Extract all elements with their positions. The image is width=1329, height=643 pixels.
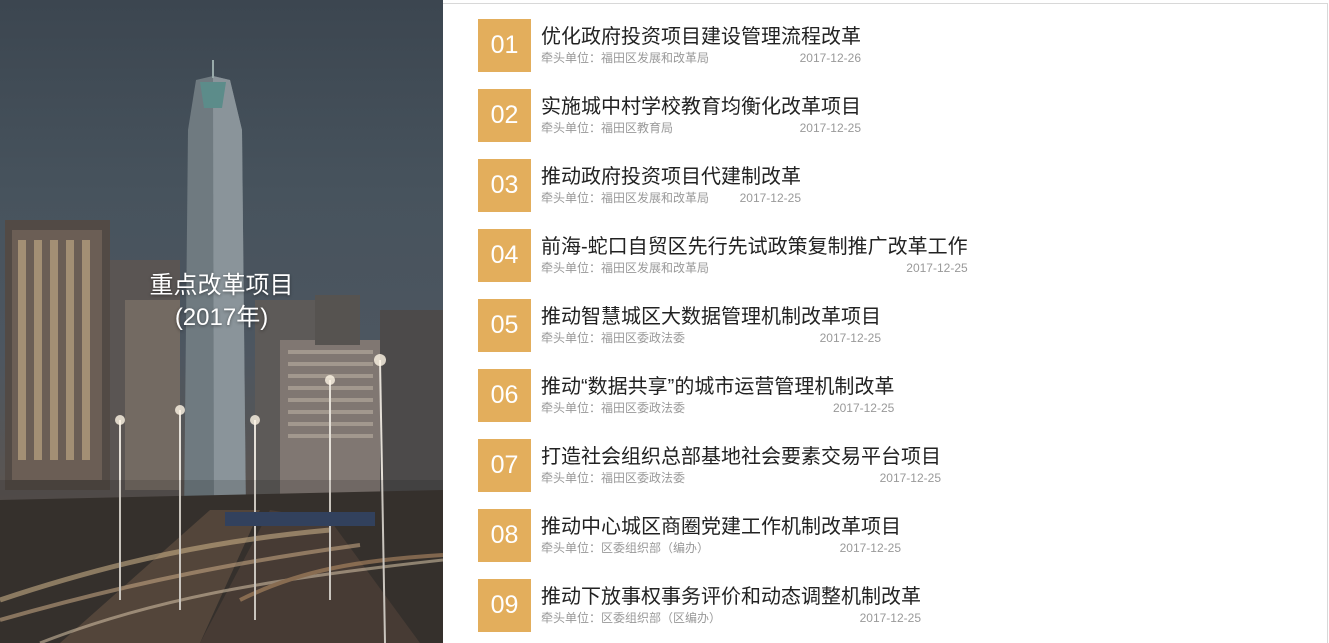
item-date: 2017-12-25 — [832, 401, 895, 415]
list-item[interactable]: 01 优化政府投资项目建设管理流程改革 牵头单位：福田区发展和改革局 2017-1… — [478, 19, 861, 72]
banner-title-line1: 重点改革项目 — [149, 272, 294, 299]
item-date: 2017-12-25 — [859, 611, 921, 625]
list-item[interactable]: 09 推动下放事权事务评价和动态调整机制改革 牵头单位：区委组织部（区编办） 20… — [478, 579, 921, 632]
item-title-link[interactable]: 推动中心城区商圈党建工作机制改革项目 — [541, 515, 901, 539]
item-number-badge: 04 — [478, 229, 531, 282]
item-number-badge: 07 — [478, 439, 531, 492]
item-title-link[interactable]: 打造社会组织总部基地社会要素交易平台项目 — [541, 445, 941, 469]
item-title-link[interactable]: 前海-蛇口自贸区先行先试政策复制推广改革工作 — [541, 235, 968, 259]
item-title-link[interactable]: 优化政府投资项目建设管理流程改革 — [541, 25, 861, 49]
item-date: 2017-12-25 — [839, 541, 901, 555]
list-item[interactable]: 02 实施城中村学校教育均衡化改革项目 牵头单位：福田区教育局 2017-12-2… — [478, 89, 861, 142]
banner-title-line2: (2017年) — [174, 304, 269, 331]
item-number-badge: 02 — [478, 89, 531, 142]
item-date: 2017-12-25 — [739, 191, 801, 205]
item-date: 2017-12-25 — [906, 261, 968, 275]
item-number-badge: 05 — [478, 299, 531, 352]
list-item[interactable]: 07 打造社会组织总部基地社会要素交易平台项目 牵头单位：福田区委政法委 2017… — [478, 439, 941, 492]
item-date: 2017-12-25 — [819, 331, 881, 345]
banner-title: 重点改革项目 (2017年) — [0, 270, 443, 334]
list-item[interactable]: 08 推动中心城区商圈党建工作机制改革项目 牵头单位：区委组织部（编办） 2017… — [478, 509, 901, 562]
item-department: 牵头单位：福田区教育局 — [541, 121, 674, 135]
item-title-link[interactable]: 推动“数据共享”的城市运营管理机制改革 — [541, 375, 894, 399]
item-title-link[interactable]: 实施城中村学校教育均衡化改革项目 — [541, 95, 861, 119]
banner-panel: 重点改革项目 (2017年) — [0, 0, 443, 643]
item-date: 2017-12-25 — [879, 471, 941, 485]
item-title-link[interactable]: 推动下放事权事务评价和动态调整机制改革 — [541, 585, 921, 609]
item-department: 牵头单位：福田区发展和改革局 — [541, 191, 710, 205]
item-number-badge: 03 — [478, 159, 531, 212]
item-department: 牵头单位：福田区发展和改革局 — [541, 51, 710, 65]
item-number-badge: 08 — [478, 509, 531, 562]
reform-project-list: 01 优化政府投资项目建设管理流程改革 牵头单位：福田区发展和改革局 2017-1… — [443, 3, 1328, 643]
item-number-badge: 01 — [478, 19, 531, 72]
item-title-link[interactable]: 推动政府投资项目代建制改革 — [541, 165, 801, 189]
list-item[interactable]: 05 推动智慧城区大数据管理机制改革项目 牵头单位：福田区委政法委 2017-12… — [478, 299, 881, 352]
item-date: 2017-12-26 — [799, 51, 861, 65]
item-number-badge: 09 — [478, 579, 531, 632]
item-department: 牵头单位：区委组织部（区编办） — [541, 611, 722, 625]
item-department: 牵头单位：福田区委政法委 — [541, 471, 686, 485]
item-date: 2017-12-25 — [799, 121, 861, 135]
item-department: 牵头单位：区委组织部（编办） — [541, 541, 710, 555]
list-item[interactable]: 03 推动政府投资项目代建制改革 牵头单位：福田区发展和改革局 2017-12-2… — [478, 159, 801, 212]
list-item[interactable]: 06 推动“数据共享”的城市运营管理机制改革 牵头单位：福田区委政法委 2017-… — [478, 369, 894, 422]
list-item[interactable]: 04 前海-蛇口自贸区先行先试政策复制推广改革工作 牵头单位：福田区发展和改革局… — [478, 229, 968, 282]
item-number-badge: 06 — [478, 369, 531, 422]
item-department: 牵头单位：福田区发展和改革局 — [541, 261, 710, 275]
item-department: 牵头单位：福田区委政法委 — [541, 401, 686, 415]
item-title-link[interactable]: 推动智慧城区大数据管理机制改革项目 — [541, 305, 881, 329]
item-department: 牵头单位：福田区委政法委 — [541, 331, 686, 345]
